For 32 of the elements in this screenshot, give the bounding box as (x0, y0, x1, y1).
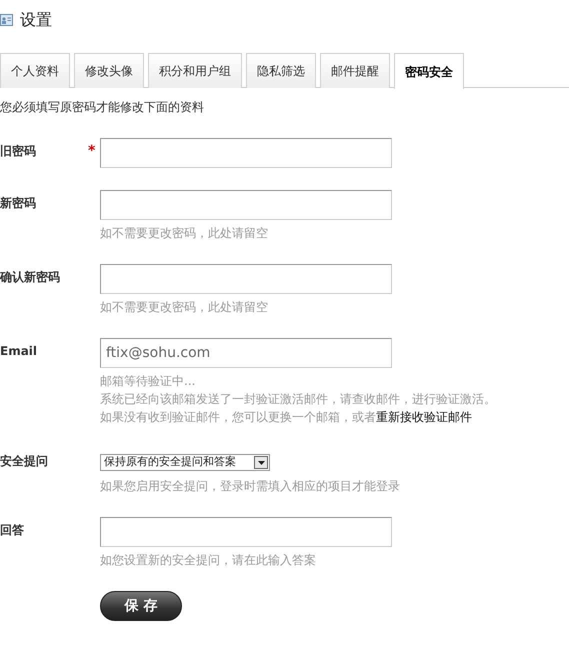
hint-text: 如您设置新的安全提问，请在此输入答案 (100, 552, 317, 569)
tab[interactable]: 个人资料 (0, 53, 70, 88)
notice-text: 您必须填写原密码才能修改下面的资料 (0, 99, 205, 116)
hint-text: 如果没有收到验证邮件，您可以更换一个邮箱，或者重新接收验证邮件 (100, 409, 473, 426)
field-label: 新密码 (0, 195, 37, 212)
save-button[interactable]: 保 存 (100, 591, 182, 621)
input-field[interactable] (100, 138, 392, 168)
profile-card-icon (0, 14, 13, 26)
input-field[interactable] (100, 264, 392, 294)
dropdown[interactable]: 保持原有的安全提问和答案 (100, 454, 270, 471)
hint-text: 如果您启用安全提问，登录时需填入相应的项目才能登录 (100, 478, 400, 495)
field-label: Email (0, 343, 38, 360)
tab[interactable]: 修改头像 (74, 53, 144, 88)
caret-icon (258, 460, 264, 464)
field-label: 确认新密码 (0, 269, 61, 286)
input-field[interactable]: ftix@sohu.com (100, 338, 392, 368)
hint-text: 邮箱等待验证中... (100, 373, 196, 390)
hint-text: 如不需要更改密码，此处请留空 (100, 299, 269, 316)
input-field[interactable] (100, 517, 392, 547)
tab[interactable]: 隐私筛选 (246, 53, 316, 88)
required-mark: * (88, 143, 96, 159)
field-label: 回答 (0, 522, 25, 539)
tab[interactable]: 密码安全 (394, 53, 464, 89)
tab[interactable]: 积分和用户组 (148, 53, 242, 88)
hint-text: 如不需要更改密码，此处请留空 (100, 225, 269, 242)
field-label: 安全提问 (0, 453, 49, 470)
page-title: 设置 (20, 9, 52, 31)
input-field[interactable] (100, 190, 392, 220)
tab[interactable]: 邮件提醒 (320, 53, 390, 88)
field-label: 旧密码 (0, 143, 37, 160)
resend-link[interactable]: 重新接收验证邮件 (376, 410, 472, 424)
hint-text: 系统已经向该邮箱发送了一封验证激活邮件，请查收邮件，进行验证激活。 (100, 391, 496, 408)
